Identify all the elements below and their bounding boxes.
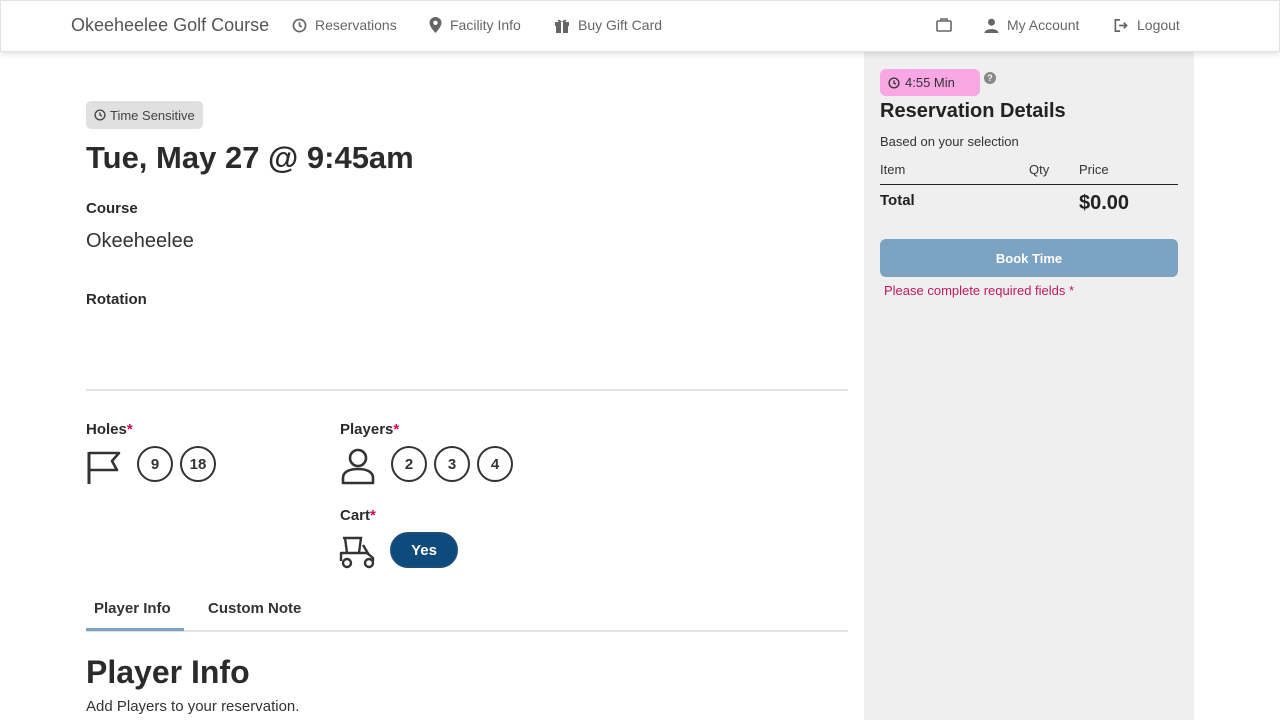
- players-option-3[interactable]: 3: [434, 446, 470, 482]
- nav-buy-gift-card[interactable]: Buy Gift Card: [554, 17, 662, 33]
- players-label-text: Players: [340, 421, 394, 438]
- nav-facility-info[interactable]: Facility Info: [429, 17, 521, 33]
- golf-cart-icon: [339, 536, 375, 569]
- total-value: $0.00: [1079, 192, 1130, 214]
- total-label: Total: [880, 192, 915, 209]
- flag-icon: [87, 451, 121, 484]
- tab-player-info[interactable]: Player Info: [94, 600, 171, 617]
- countdown-text: 4:55 Min: [905, 75, 955, 90]
- cart-label-text: Cart: [340, 507, 371, 524]
- holes-label-text: Holes: [86, 421, 127, 438]
- help-icon[interactable]: ?: [984, 72, 996, 84]
- column-header-qty: Qty: [1029, 162, 1050, 177]
- map-pin-icon: [429, 17, 442, 33]
- cart-bag-button[interactable]: [936, 17, 952, 32]
- players-option-4[interactable]: 4: [477, 446, 513, 482]
- tee-time-title: Tue, May 27 @ 9:45am: [86, 140, 414, 175]
- required-asterisk: *: [370, 507, 376, 524]
- required-asterisk: *: [393, 421, 400, 438]
- nav-logout-label: Logout: [1137, 17, 1180, 33]
- active-tab-indicator: [86, 628, 184, 631]
- required-fields-message: Please complete required fields *: [884, 283, 1075, 298]
- clock-icon: [292, 18, 307, 32]
- nav-reservations[interactable]: Reservations: [292, 17, 397, 33]
- time-sensitive-badge: Time Sensitive: [86, 101, 203, 129]
- nav-reservations-label: Reservations: [315, 17, 397, 33]
- tab-custom-note[interactable]: Custom Note: [208, 600, 301, 617]
- course-value: Okeeheelee: [86, 230, 194, 252]
- time-sensitive-label: Time Sensitive: [110, 107, 195, 123]
- countdown-timer: 4:55 Min: [880, 69, 980, 96]
- nav-logout[interactable]: Logout: [1113, 17, 1180, 33]
- player-info-title: Player Info: [86, 654, 250, 690]
- required-asterisk: *: [126, 421, 133, 438]
- reservation-details-subtitle: Based on your selection: [880, 134, 1019, 149]
- nav-facility-info-label: Facility Info: [450, 17, 521, 33]
- holes-option-9[interactable]: 9: [137, 446, 173, 482]
- top-navbar: Okeeheelee Golf Course Reservations Faci…: [0, 0, 1280, 52]
- nav-my-account[interactable]: My Account: [984, 17, 1079, 33]
- cart-label: Cart*: [340, 507, 376, 524]
- cart-option-yes[interactable]: Yes: [390, 532, 458, 568]
- tabs-underline: [86, 630, 848, 632]
- reservation-details-title: Reservation Details: [880, 100, 1066, 122]
- reservation-sidebar: 4:55 Min ? Reservation Details Based on …: [864, 52, 1194, 720]
- clock-icon: [888, 76, 900, 89]
- rotation-label: Rotation: [86, 291, 147, 308]
- person-icon: [341, 448, 375, 485]
- holes-option-18[interactable]: 18: [180, 446, 216, 482]
- clock-icon: [94, 109, 106, 121]
- nav-buy-gift-card-label: Buy Gift Card: [578, 17, 663, 33]
- course-label: Course: [86, 200, 138, 217]
- player-info-subtitle: Add Players to your reservation.: [86, 698, 300, 715]
- shopping-bag-icon: [936, 18, 952, 32]
- book-time-button[interactable]: Book Time: [880, 239, 1178, 277]
- column-header-item: Item: [880, 162, 906, 177]
- nav-my-account-label: My Account: [1007, 17, 1080, 33]
- players-label: Players*: [340, 421, 399, 438]
- column-header-price: Price: [1079, 162, 1109, 177]
- holes-label: Holes*: [86, 421, 133, 438]
- section-divider: [86, 389, 848, 391]
- players-option-2[interactable]: 2: [391, 446, 427, 482]
- user-icon: [984, 18, 999, 33]
- brand-title[interactable]: Okeeheelee Golf Course: [71, 15, 269, 36]
- summary-table-header: Item Qty Price: [880, 162, 1178, 185]
- logout-icon: [1114, 18, 1128, 32]
- gift-icon: [555, 19, 569, 33]
